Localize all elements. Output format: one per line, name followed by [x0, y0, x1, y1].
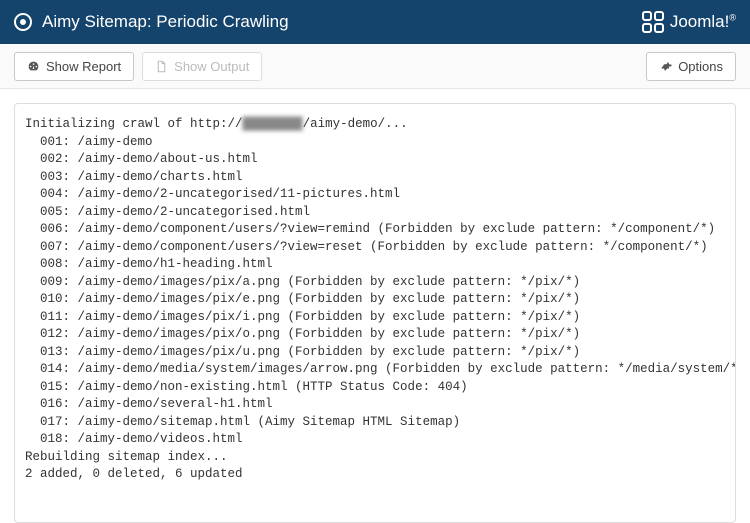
console-line: 016: /aimy-demo/several-h1.html — [25, 396, 725, 414]
console-line: 009: /aimy-demo/images/pix/a.png (Forbid… — [25, 274, 725, 292]
joomla-brand: Joomla!® — [642, 11, 736, 33]
show-output-label: Show Output — [174, 59, 249, 74]
console-line: 014: /aimy-demo/media/system/images/arro… — [25, 361, 725, 379]
joomla-text: Joomla!® — [670, 12, 736, 32]
page-title: Aimy Sitemap: Periodic Crawling — [42, 12, 289, 32]
console-footer: Rebuilding sitemap index... — [25, 449, 725, 467]
target-icon — [14, 13, 32, 31]
show-report-label: Show Report — [46, 59, 121, 74]
console-line: 007: /aimy-demo/component/users/?view=re… — [25, 239, 725, 257]
console-line: 005: /aimy-demo/2-uncategorised.html — [25, 204, 725, 222]
app-header: Aimy Sitemap: Periodic Crawling Joomla!® — [0, 0, 750, 44]
header-left: Aimy Sitemap: Periodic Crawling — [14, 12, 289, 32]
show-output-button[interactable]: Show Output — [142, 52, 262, 81]
joomla-icon — [642, 11, 664, 33]
console-line: 018: /aimy-demo/videos.html — [25, 431, 725, 449]
console-line: 003: /aimy-demo/charts.html — [25, 169, 725, 187]
console-line: 001: /aimy-demo — [25, 134, 725, 152]
console-footer: 2 added, 0 deleted, 6 updated — [25, 466, 725, 484]
toolbar: Show Report Show Output Options — [0, 44, 750, 89]
console-line: 013: /aimy-demo/images/pix/u.png (Forbid… — [25, 344, 725, 362]
console-line: 017: /aimy-demo/sitemap.html (Aimy Sitem… — [25, 414, 725, 432]
toolbar-left: Show Report Show Output — [14, 52, 262, 81]
console-line: 002: /aimy-demo/about-us.html — [25, 151, 725, 169]
file-icon — [155, 60, 168, 73]
console-line: 012: /aimy-demo/images/pix/o.png (Forbid… — [25, 326, 725, 344]
show-report-button[interactable]: Show Report — [14, 52, 134, 81]
console-line: 008: /aimy-demo/h1-heading.html — [25, 256, 725, 274]
console-line: 015: /aimy-demo/non-existing.html (HTTP … — [25, 379, 725, 397]
options-button[interactable]: Options — [646, 52, 736, 81]
options-label: Options — [678, 59, 723, 74]
gear-icon — [659, 60, 672, 73]
output-console: Initializing crawl of http://████████/ai… — [14, 103, 736, 523]
console-line: 011: /aimy-demo/images/pix/i.png (Forbid… — [25, 309, 725, 327]
dashboard-icon — [27, 60, 40, 73]
console-line: 006: /aimy-demo/component/users/?view=re… — [25, 221, 725, 239]
console-line: 004: /aimy-demo/2-uncategorised/11-pictu… — [25, 186, 725, 204]
console-line: 010: /aimy-demo/images/pix/e.png (Forbid… — [25, 291, 725, 309]
